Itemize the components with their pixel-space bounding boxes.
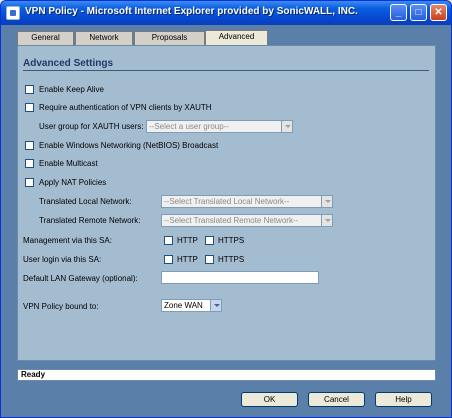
ie-window-icon — [6, 6, 20, 20]
management-http-label: HTTP — [177, 236, 198, 245]
help-button[interactable]: Help — [375, 392, 432, 407]
minimize-button[interactable]: _ — [390, 4, 407, 21]
management-https-checkbox[interactable] — [205, 236, 214, 245]
translated-local-select-value: --Select Translated Local Network-- — [164, 197, 290, 206]
user-login-https-checkbox[interactable] — [205, 255, 214, 264]
netbios-checkbox[interactable] — [25, 141, 34, 150]
translated-local-label: Translated Local Network: — [39, 197, 132, 206]
user-login-http-checkbox[interactable] — [164, 255, 173, 264]
section-title: Advanced Settings — [23, 58, 114, 69]
keep-alive-checkbox[interactable] — [25, 85, 34, 94]
maximize-button[interactable]: □ — [410, 4, 427, 21]
window-title: VPN Policy - Microsoft Internet Explorer… — [25, 6, 358, 17]
apply-nat-label: Apply NAT Policies — [39, 178, 107, 187]
advanced-panel: Advanced Settings Enable Keep Alive Requ… — [17, 45, 436, 361]
multicast-label: Enable Multicast — [39, 159, 98, 168]
apply-nat-checkbox[interactable] — [25, 178, 34, 187]
translated-remote-label: Translated Remote Network: — [39, 216, 141, 225]
require-xauth-label: Require authentication of VPN clients by… — [39, 103, 212, 112]
tab-advanced[interactable]: Advanced — [205, 30, 268, 45]
tab-proposals[interactable]: Proposals — [134, 31, 205, 45]
bound-to-select[interactable]: Zone WAN — [161, 299, 222, 312]
netbios-label: Enable Windows Networking (NetBIOS) Broa… — [39, 141, 219, 150]
chevron-down-icon — [321, 196, 332, 207]
close-button[interactable]: ✕ — [430, 4, 447, 21]
cancel-button[interactable]: Cancel — [308, 392, 365, 407]
user-login-https-label: HTTPS — [218, 255, 245, 264]
browser-window: VPN Policy - Microsoft Internet Explorer… — [0, 0, 452, 418]
translated-local-select[interactable]: --Select Translated Local Network-- — [161, 195, 333, 208]
translated-remote-select-value: --Select Translated Remote Network-- — [164, 216, 299, 225]
require-xauth-checkbox[interactable] — [25, 103, 34, 112]
keep-alive-label: Enable Keep Alive — [39, 85, 104, 94]
translated-remote-select[interactable]: --Select Translated Remote Network-- — [161, 214, 333, 227]
title-bar[interactable]: VPN Policy - Microsoft Internet Explorer… — [1, 1, 451, 25]
status-bar: Ready — [17, 369, 436, 381]
default-gateway-label: Default LAN Gateway (optional): — [23, 274, 138, 283]
tab-general[interactable]: General — [17, 31, 74, 45]
user-login-label: User login via this SA: — [23, 255, 102, 264]
management-https-label: HTTPS — [218, 236, 245, 245]
user-group-label: User group for XAUTH users: — [39, 122, 144, 131]
user-group-select-value: --Select a user group-- — [149, 122, 230, 131]
bound-to-select-value: Zone WAN — [164, 301, 203, 310]
management-label: Management via this SA: — [23, 236, 112, 245]
management-http-checkbox[interactable] — [164, 236, 173, 245]
section-divider — [23, 70, 429, 71]
user-login-http-label: HTTP — [177, 255, 198, 264]
chevron-down-icon — [210, 300, 221, 311]
chevron-down-icon — [321, 215, 332, 226]
multicast-checkbox[interactable] — [25, 159, 34, 168]
user-group-select[interactable]: --Select a user group-- — [146, 120, 293, 133]
default-gateway-input[interactable] — [161, 271, 319, 284]
tab-network[interactable]: Network — [75, 31, 133, 45]
ok-button[interactable]: OK — [241, 392, 298, 407]
chevron-down-icon — [281, 121, 292, 132]
bound-to-label: VPN Policy bound to: — [23, 302, 99, 311]
